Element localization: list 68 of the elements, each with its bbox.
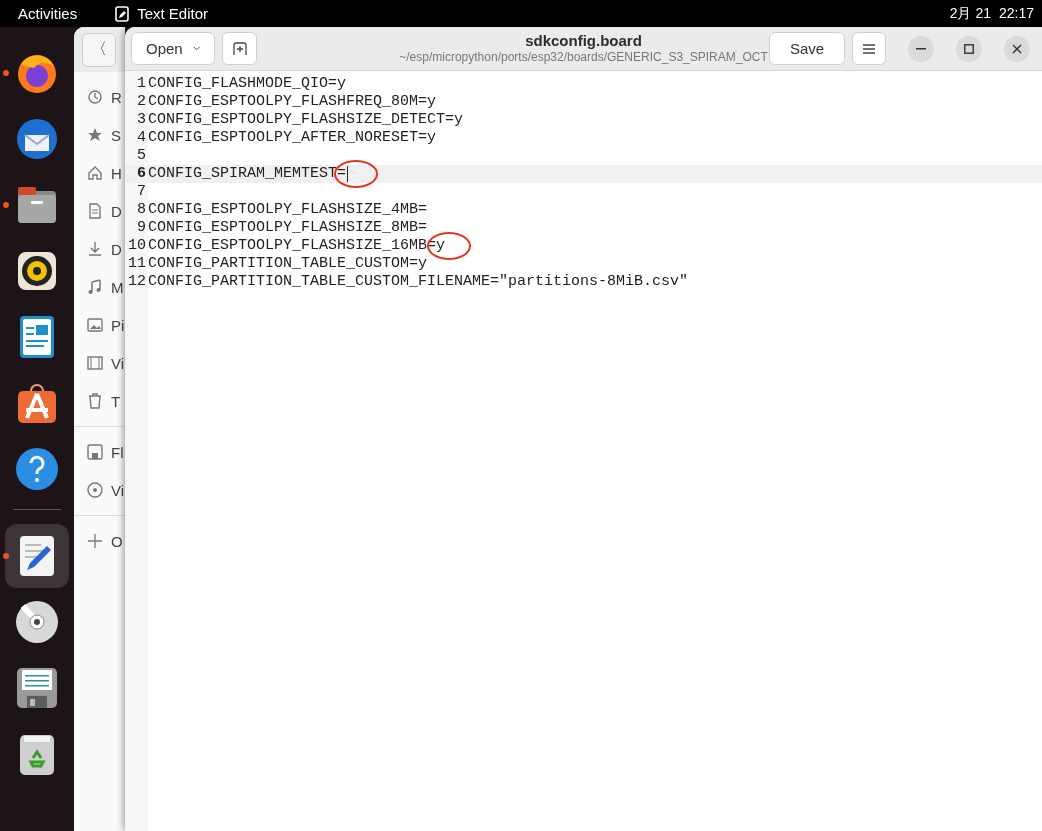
sidebar-item[interactable]: Pi: [74, 306, 125, 344]
line-number: 1: [136, 75, 146, 93]
minimize-button[interactable]: [908, 35, 934, 62]
maximize-icon: [964, 43, 974, 54]
code-line: CONFIG_PARTITION_TABLE_CUSTOM_FILENAME="partitions-8MiB.csv": [148, 273, 689, 291]
code-line: CONFIG_ESPTOOLPY_FLASHSIZE_DETECT=y: [148, 111, 464, 129]
file-path: ~/esp/micropython/ports/esp32/boards/GENERIC_S3_SPIRAM_OCT: [399, 50, 768, 64]
maximize-button[interactable]: [956, 35, 982, 62]
line-number: 4: [136, 129, 146, 147]
line-number: 3: [136, 111, 146, 129]
document-icon: [87, 203, 103, 219]
menu-icon: [863, 43, 875, 54]
disc-icon: [13, 598, 61, 646]
line-number: 12: [127, 273, 146, 291]
sidebar-item[interactable]: M: [74, 268, 125, 306]
sidebar-item[interactable]: H: [74, 154, 125, 192]
chevron-down-icon: [192, 45, 200, 52]
editor-icon: [115, 5, 130, 22]
video-icon: [87, 355, 103, 371]
save-button[interactable]: Save: [769, 32, 845, 65]
close-button[interactable]: [1004, 35, 1030, 62]
app-menu[interactable]: Text Editor: [137, 5, 209, 22]
open-button[interactable]: Open: [131, 32, 215, 65]
code-line: CONFIG_ESPTOOLPY_FLASHFREQ_80M=y: [148, 93, 437, 111]
editor-app-launcher[interactable]: [5, 524, 69, 588]
sidebar-item[interactable]: D: [74, 230, 125, 268]
sidebar-item[interactable]: Fl: [74, 433, 125, 471]
back-button[interactable]: 〈: [82, 32, 116, 67]
sidebar-item[interactable]: R: [74, 78, 125, 116]
close-icon: [1012, 43, 1022, 54]
line-number: 8: [136, 201, 146, 219]
code-line: CONFIG_FLASHMODE_QIO=y: [148, 75, 347, 93]
activities-button[interactable]: Activities: [18, 5, 78, 22]
floppy-icon: [87, 444, 103, 460]
code-line: CONFIG_PARTITION_TABLE_CUSTOM=y: [148, 255, 428, 273]
sidebar-item[interactable]: S: [74, 116, 125, 154]
line-number: 5: [136, 147, 146, 165]
music-icon: [87, 279, 103, 295]
line-number: 2: [136, 93, 146, 111]
disc-icon: [87, 482, 103, 498]
code-line: CONFIG_ESPTOOLPY_AFTER_NORESET=y: [148, 129, 437, 147]
starred-icon: [87, 127, 103, 143]
line-number: 9: [136, 219, 146, 237]
add-icon: [87, 533, 103, 549]
minimize-icon: [916, 47, 926, 50]
sidebar-item[interactable]: Vi: [74, 471, 125, 509]
new-tab-icon: [232, 41, 247, 56]
line-number: 11: [127, 255, 146, 273]
home-icon: [87, 165, 103, 181]
new-tab-button[interactable]: [222, 32, 257, 65]
clock[interactable]: 2月 21 22:17: [949, 4, 1034, 23]
sidebar-item[interactable]: D: [74, 192, 125, 230]
download-icon: [87, 241, 103, 257]
menu-button[interactable]: [852, 32, 886, 65]
code-line: CONFIG_ESPTOOLPY_FLASHSIZE_4MB=: [148, 201, 428, 219]
code-line: CONFIG_ESPTOOLPY_FLASHSIZE_8MB=: [148, 219, 428, 237]
document-title: sdkconfig.board: [525, 32, 642, 49]
sidebar-item[interactable]: Vi: [74, 344, 125, 382]
line-number: 6: [136, 165, 146, 183]
picture-icon: [87, 317, 103, 333]
help-icon: [13, 445, 61, 493]
trash-icon: [87, 393, 103, 409]
line-number: 7: [136, 183, 146, 201]
line-number: 10: [127, 237, 146, 255]
sidebar-item[interactable]: O: [74, 522, 125, 560]
recent-icon: [87, 89, 103, 105]
text-cursor: [347, 166, 349, 182]
sidebar-item[interactable]: T: [74, 382, 125, 420]
